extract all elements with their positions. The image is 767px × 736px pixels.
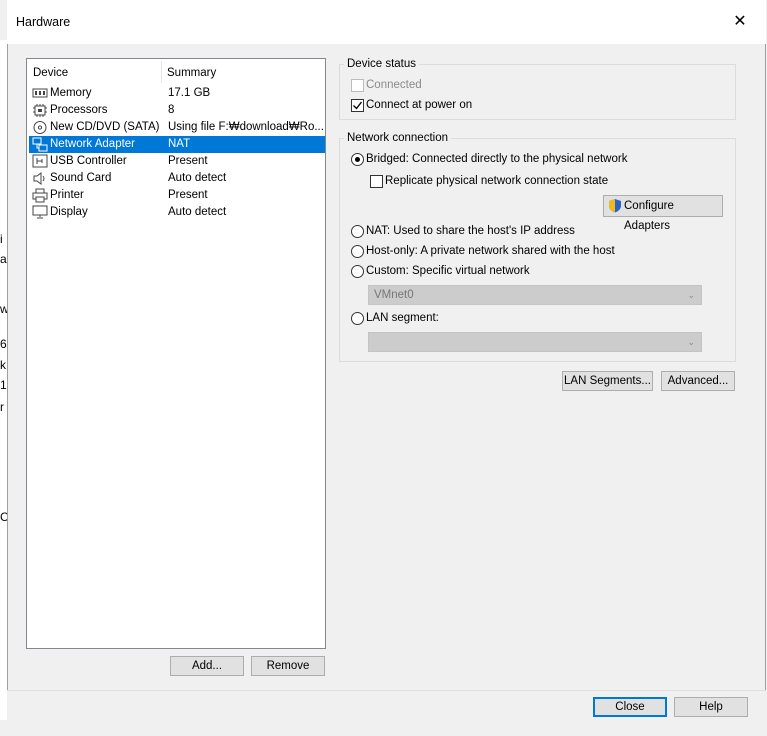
network-adapter-icon: [32, 137, 48, 152]
connect-at-power-on-checkbox[interactable]: [351, 99, 364, 112]
chevron-down-icon: ⌄: [687, 290, 695, 300]
device-summary: NAT: [168, 138, 191, 150]
device-summary: Using file F:₩download₩Ro...: [168, 121, 324, 133]
device-summary: Auto detect: [168, 206, 227, 218]
configure-adapters-button[interactable]: Configure Adapters: [603, 195, 723, 232]
device-name: Display: [50, 206, 88, 218]
advanced-button[interactable]: Advanced...: [661, 371, 735, 391]
summary-column-header[interactable]: Summary: [167, 67, 216, 79]
device-row-printer[interactable]: Printer Present: [29, 187, 325, 204]
bg-fragment: i: [0, 232, 3, 246]
host-only-label: Host-only: A private network shared with…: [366, 245, 615, 257]
lan-segment-label: LAN segment:: [366, 312, 439, 324]
remove-button[interactable]: Remove: [251, 656, 325, 676]
bridged-label: Bridged: Connected directly to the physi…: [366, 153, 628, 165]
usb-icon: [32, 154, 48, 169]
device-summary: Present: [168, 155, 208, 167]
nat-radio[interactable]: [351, 225, 364, 238]
device-row-sound-card[interactable]: Sound Card Auto detect: [29, 170, 325, 187]
connected-label: Connected: [366, 79, 422, 91]
device-summary: 8: [168, 104, 175, 116]
device-status-group: [339, 64, 736, 120]
display-icon: [32, 205, 48, 220]
title-bar: [7, 0, 766, 44]
connected-checkbox[interactable]: [351, 79, 364, 92]
custom-label: Custom: Specific virtual network: [366, 265, 530, 277]
nat-label: NAT: Used to share the host's IP address: [366, 225, 575, 237]
add-button[interactable]: Add...: [170, 656, 244, 676]
device-name: New CD/DVD (SATA): [50, 121, 160, 133]
device-name: Processors: [50, 104, 108, 116]
device-row-processors[interactable]: Processors 8: [29, 102, 325, 119]
bg-fragment: a: [0, 252, 7, 266]
close-window-button[interactable]: ✕: [728, 10, 752, 34]
device-list: Device Summary Memory 17.1 GB Processors…: [26, 58, 326, 649]
device-row-usb-controller[interactable]: USB Controller Present: [29, 153, 325, 170]
bg-fragment: k: [0, 358, 6, 372]
uac-shield-icon: [609, 199, 621, 213]
memory-icon: [32, 86, 48, 101]
help-button[interactable]: Help: [674, 697, 748, 717]
close-button[interactable]: Close: [593, 697, 667, 717]
replicate-state-checkbox[interactable]: [370, 175, 383, 188]
bg-fragment: 1: [0, 378, 7, 392]
checkmark-icon: [353, 101, 363, 110]
connect-at-power-on-label: Connect at power on: [366, 99, 473, 111]
processor-icon: [32, 103, 48, 118]
device-row-display[interactable]: Display Auto detect: [29, 204, 325, 221]
window-title: Hardware: [16, 15, 71, 29]
device-name: Network Adapter: [50, 138, 136, 150]
device-row-network-adapter[interactable]: Network Adapter NAT: [29, 136, 325, 153]
replicate-state-label: Replicate physical network connection st…: [385, 175, 609, 187]
custom-radio[interactable]: [351, 265, 364, 278]
lan-segment-radio[interactable]: [351, 312, 364, 325]
header-separator: [161, 61, 162, 83]
custom-network-select[interactable]: VMnet0 ⌄: [368, 285, 702, 305]
device-row-cd-dvd[interactable]: New CD/DVD (SATA) Using file F:₩download…: [29, 119, 325, 136]
lan-segment-select[interactable]: ⌄: [368, 332, 702, 352]
bg-fragment: 6: [0, 337, 7, 351]
bg-fragment: r: [0, 400, 4, 414]
sound-icon: [32, 171, 48, 186]
printer-icon: [32, 188, 48, 203]
device-column-header[interactable]: Device: [33, 67, 68, 79]
cd-dvd-icon: [32, 120, 48, 135]
device-summary: Present: [168, 189, 208, 201]
chevron-down-icon: ⌄: [687, 337, 695, 347]
configure-adapters-label: Configure Adapters: [624, 200, 674, 232]
device-name: Printer: [50, 189, 84, 201]
lan-segments-button[interactable]: LAN Segments...: [562, 371, 653, 391]
device-summary: Auto detect: [168, 172, 227, 184]
device-summary: 17.1 GB: [168, 87, 211, 99]
device-status-title: Device status: [344, 58, 420, 70]
device-name: Sound Card: [50, 172, 112, 184]
bridged-radio[interactable]: [351, 153, 364, 166]
device-name: Memory: [50, 87, 92, 99]
network-connection-title: Network connection: [344, 132, 451, 144]
custom-network-value: VMnet0: [374, 289, 414, 301]
device-row-memory[interactable]: Memory 17.1 GB: [29, 85, 325, 102]
host-only-radio[interactable]: [351, 245, 364, 258]
device-name: USB Controller: [50, 155, 127, 167]
